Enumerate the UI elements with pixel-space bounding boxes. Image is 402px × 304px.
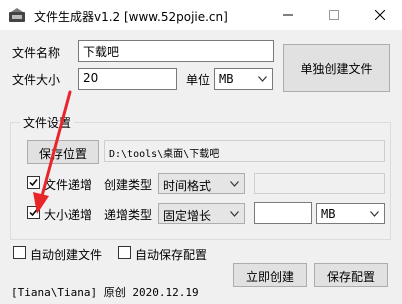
annotation-arrow [33,90,72,214]
app-window: 文件生成器v1.2 [www.52pojie.cn] 文件名称 下载吧 单独创建… [0,0,402,304]
